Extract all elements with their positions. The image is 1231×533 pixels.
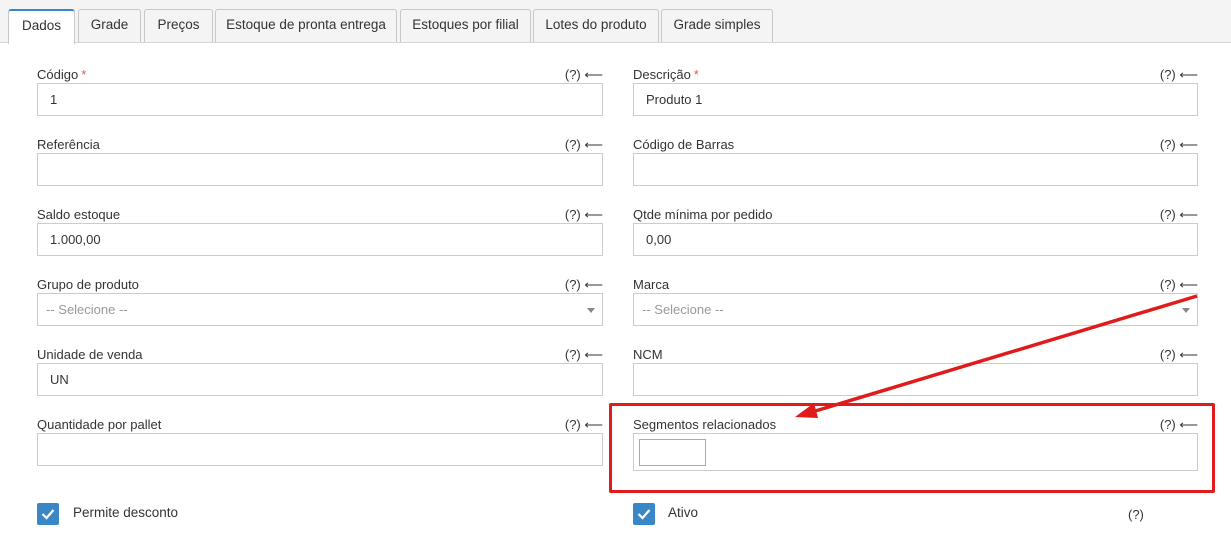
marca-placeholder: -- Selecione -- (642, 302, 724, 317)
codigo-barras-input[interactable] (633, 153, 1198, 186)
quantidade-pallet-input[interactable] (37, 433, 603, 466)
help-icon[interactable]: (?) ⟵ (565, 67, 603, 83)
help-icon[interactable]: (?) ⟵ (1160, 67, 1198, 83)
tab-dados[interactable]: Dados (8, 9, 75, 44)
chevron-down-icon (587, 308, 595, 313)
help-icon[interactable]: (?) ⟵ (565, 417, 603, 433)
segmentos-label: Segmentos relacionados (633, 417, 777, 432)
tab-estoque-pronta-entrega[interactable]: Estoque de pronta entrega (215, 9, 397, 42)
required-mark: * (693, 67, 699, 82)
required-mark: * (81, 67, 87, 82)
tab-bar: Dados Grade Preços Estoque de pronta ent… (0, 0, 1231, 44)
help-icon[interactable]: (?) ⟵ (565, 347, 603, 363)
grupo-produto-select[interactable]: -- Selecione -- (37, 293, 603, 326)
help-icon[interactable]: (?) ⟵ (1160, 137, 1198, 153)
referencia-input[interactable] (37, 153, 603, 186)
help-icon[interactable]: (?) ⟵ (565, 207, 603, 223)
help-icon[interactable]: (?) ⟵ (1160, 277, 1198, 293)
help-icon[interactable]: (?) ⟵ (565, 277, 603, 293)
codigo-input[interactable]: 1 (37, 83, 603, 116)
permite-desconto-checkbox[interactable] (37, 503, 59, 525)
saldo-estoque-input[interactable]: 1.000,00 (37, 223, 603, 256)
segmentos-multiselect[interactable] (633, 433, 1198, 471)
chevron-down-icon (1182, 308, 1190, 313)
ncm-label: NCM (633, 347, 663, 362)
unidade-venda-input[interactable]: UN (37, 363, 603, 396)
quantidade-pallet-label: Quantidade por pallet (37, 417, 162, 432)
qtde-minima-label: Qtde mínima por pedido (633, 207, 773, 222)
marca-select[interactable]: -- Selecione -- (633, 293, 1198, 326)
tab-grade-simples[interactable]: Grade simples (661, 9, 773, 42)
marca-label: Marca (633, 277, 670, 292)
descricao-input[interactable]: Produto 1 (633, 83, 1198, 116)
ativo-label: Ativo (668, 505, 699, 520)
permite-desconto-label: Permite desconto (73, 505, 179, 520)
codigo-label: Código * (37, 67, 87, 82)
help-icon[interactable]: (?) ⟵ (1160, 417, 1198, 433)
tab-estoques-por-filial[interactable]: Estoques por filial (400, 9, 531, 42)
check-icon (637, 509, 651, 520)
tab-grade[interactable]: Grade (78, 9, 141, 42)
help-icon[interactable]: (?) (1128, 507, 1144, 522)
tab-lotes-do-produto[interactable]: Lotes do produto (533, 9, 659, 42)
saldo-estoque-label: Saldo estoque (37, 207, 121, 222)
ncm-input[interactable] (633, 363, 1198, 396)
grupo-produto-label: Grupo de produto (37, 277, 139, 292)
referencia-label: Referência (37, 137, 100, 152)
help-icon[interactable]: (?) ⟵ (1160, 207, 1198, 223)
tab-precos[interactable]: Preços (144, 9, 213, 42)
unidade-venda-label: Unidade de venda (37, 347, 143, 362)
segmentos-search-input[interactable] (639, 439, 706, 466)
help-icon[interactable]: (?) ⟵ (565, 137, 603, 153)
ativo-checkbox[interactable] (633, 503, 655, 525)
help-icon[interactable]: (?) ⟵ (1160, 347, 1198, 363)
descricao-label: Descrição * (633, 67, 699, 82)
codigo-barras-label: Código de Barras (633, 137, 735, 152)
check-icon (41, 509, 55, 520)
qtde-minima-input[interactable]: 0,00 (633, 223, 1198, 256)
grupo-produto-placeholder: -- Selecione -- (46, 302, 128, 317)
